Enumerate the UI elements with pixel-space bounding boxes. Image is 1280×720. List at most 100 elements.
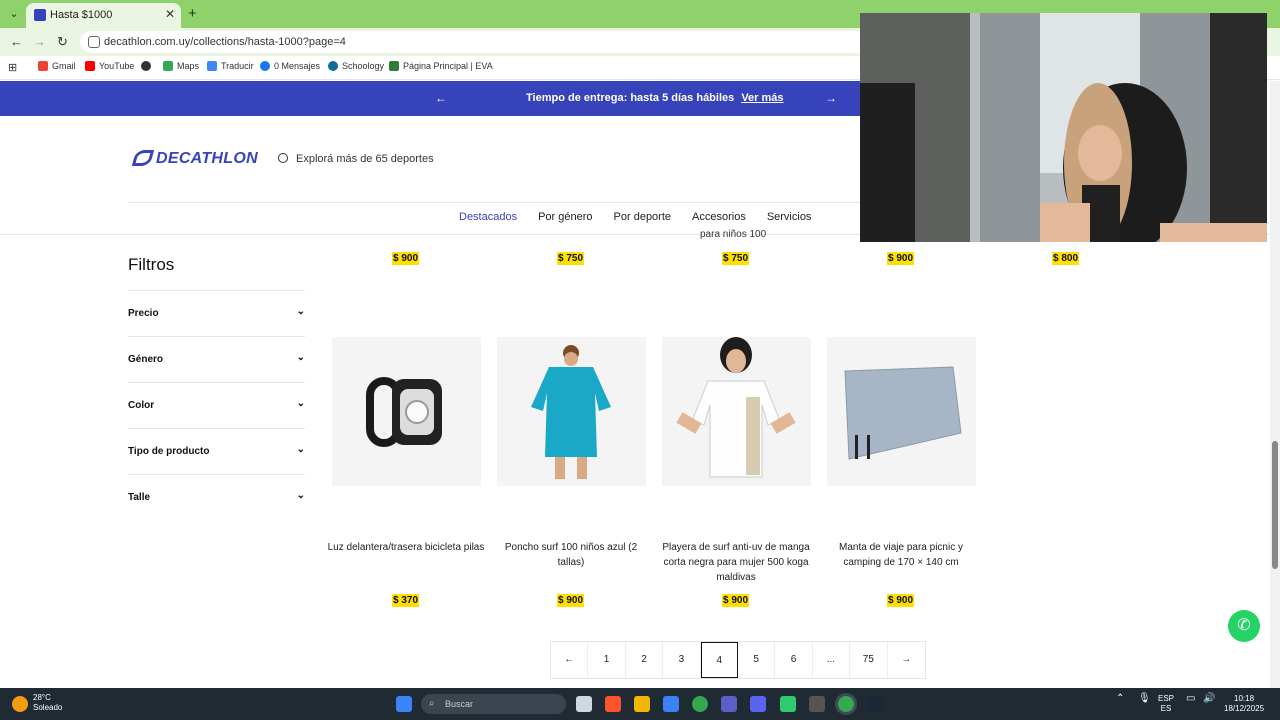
top-price-4: $ 900 (887, 252, 915, 265)
language-indicator[interactable]: ESP ES (1158, 694, 1174, 714)
browser-tab[interactable]: Hasta $1000 ✕ (26, 3, 181, 28)
product-name-3[interactable]: Playera de surf anti-uv de manga corta n… (656, 540, 816, 585)
nav-destacados[interactable]: Destacados (459, 211, 517, 223)
bookmark-gmail[interactable]: Gmail (38, 61, 76, 71)
product-image-picnic-blanket[interactable] (827, 337, 976, 486)
decathlon-logo[interactable]: DECATHLON (131, 150, 258, 168)
chrome-active-icon[interactable] (838, 696, 854, 712)
chevron-down-icon: ⌄ (296, 306, 305, 317)
brave-icon[interactable] (605, 696, 621, 712)
nav-accesorios[interactable]: Accesorios (692, 211, 746, 223)
pagination-next-icon[interactable]: → (888, 642, 925, 678)
chevron-down-icon: ⌄ (296, 490, 305, 501)
steam-icon[interactable] (867, 696, 883, 712)
pagination-prev-icon[interactable]: ← (551, 642, 589, 678)
volume-icon[interactable]: 🔊 (1203, 694, 1215, 704)
page-3[interactable]: 3 (663, 642, 701, 678)
promo-see-more-link[interactable]: Ver más (741, 92, 783, 104)
chevron-down-icon: ⌄ (296, 352, 305, 363)
back-icon[interactable]: ← (10, 34, 23, 49)
product-image-poncho[interactable] (497, 337, 646, 486)
filter-talle[interactable]: Talle ⌄ (128, 474, 305, 520)
filter-precio[interactable]: Precio ⌄ (128, 290, 305, 336)
filter-color[interactable]: Color ⌄ (128, 382, 305, 428)
top-price-2: $ 750 (557, 252, 585, 265)
tab-title: Hasta $1000 (50, 9, 113, 21)
product-image-surf-shirt[interactable] (662, 337, 811, 486)
promo-next-arrow-icon[interactable]: → (825, 91, 837, 105)
product-name-2[interactable]: Poncho surf 100 niños azul (2 tallas) (491, 540, 651, 570)
bookmark-globe-icon[interactable] (141, 61, 151, 71)
close-tab-icon[interactable]: ✕ (165, 7, 175, 21)
pagination: ← 1 2 3 4 5 6 ... 75 → (550, 641, 926, 679)
page-5[interactable]: 5 (738, 642, 776, 678)
taskbar-search[interactable]: ⌕ Buscar (421, 694, 566, 714)
bookmark-traducir[interactable]: Traducir (207, 61, 254, 71)
page-75[interactable]: 75 (850, 642, 888, 678)
nav-servicios[interactable]: Servicios (767, 211, 812, 223)
filters-title: Filtros (128, 255, 175, 274)
clock[interactable]: 10:18 18/12/2025 (1224, 694, 1264, 714)
page-scrollbar[interactable] (1270, 81, 1280, 688)
app-icon[interactable] (780, 696, 796, 712)
product-price-2: $ 900 (557, 594, 585, 607)
url-text: decathlon.com.uy/collections/hasta-1000?… (104, 36, 346, 48)
chevron-down-icon: ⌄ (296, 398, 305, 409)
url-field[interactable]: decathlon.com.uy/collections/hasta-1000?… (80, 31, 870, 53)
product-price-1: $ 370 (392, 594, 420, 607)
page-1[interactable]: 1 (588, 642, 626, 678)
task-view-icon[interactable] (576, 696, 592, 712)
top-price-5: $ 800 (1052, 252, 1080, 265)
site-info-icon[interactable] (88, 36, 100, 48)
bookmark-eva[interactable]: Página Principal | EVA (389, 61, 493, 71)
sun-icon (12, 696, 28, 712)
search-input[interactable]: Explorá más de 65 deportes (278, 153, 434, 165)
search-placeholder: Explorá más de 65 deportes (296, 153, 434, 165)
decathlon-favicon-icon (34, 9, 46, 21)
product-image-bike-light[interactable] (332, 337, 481, 486)
nav-por-deporte[interactable]: Por deporte (614, 211, 671, 223)
store-icon[interactable] (663, 696, 679, 712)
chevron-down-icon: ⌄ (296, 444, 305, 455)
chrome-icon[interactable] (692, 696, 708, 712)
nav-por-genero[interactable]: Por género (538, 211, 592, 223)
cut-product-title: para niños 100 (700, 229, 767, 240)
filter-genero[interactable]: Género ⌄ (128, 336, 305, 382)
bookmark-youtube[interactable]: YouTube (85, 61, 134, 71)
apps-grid-icon[interactable]: ⊞ (8, 61, 17, 74)
promo-text: Tiempo de entrega: hasta 5 días hábiles (526, 92, 735, 104)
weather-condition: Soleado (33, 703, 63, 712)
bookmark-schoology[interactable]: Schoology (328, 61, 384, 71)
product-price-3: $ 900 (722, 594, 750, 607)
product-name-4[interactable]: Manta de viaje para picnic y camping de … (821, 540, 981, 570)
windows-start-icon[interactable] (396, 696, 412, 712)
tray-chevron-up-icon[interactable]: ⌃ (1116, 694, 1124, 704)
webcam-overlay (860, 13, 1267, 242)
page-2[interactable]: 2 (626, 642, 664, 678)
bookmark-maps[interactable]: Maps (163, 61, 199, 71)
discord-icon[interactable] (750, 696, 766, 712)
microphone-icon[interactable]: 🎙 (1138, 694, 1151, 704)
forward-icon[interactable]: → (33, 34, 46, 49)
decathlon-logo-icon (131, 150, 155, 166)
page-4-current[interactable]: 4 (700, 642, 738, 678)
network-icon[interactable]: ▭ (1186, 694, 1195, 704)
promo-prev-arrow-icon[interactable]: ← (435, 91, 447, 105)
top-price-1: $ 900 (392, 252, 420, 265)
new-tab-button[interactable]: + (188, 5, 197, 22)
page-ellipsis: ... (813, 642, 851, 678)
scrollbar-thumb[interactable] (1272, 441, 1278, 569)
product-name-1[interactable]: Luz delantera/trasera bicicleta pilas (326, 540, 486, 555)
weather-temp: 28°C (33, 693, 51, 702)
bookmark-mensajes[interactable]: 0 Mensajes (260, 61, 320, 71)
teams-icon[interactable] (721, 696, 737, 712)
whatsapp-chat-icon[interactable]: ✆ (1228, 610, 1260, 642)
top-price-3: $ 750 (722, 252, 750, 265)
file-explorer-icon[interactable] (634, 696, 650, 712)
reload-icon[interactable]: ↻ (57, 34, 68, 50)
page-6[interactable]: 6 (775, 642, 813, 678)
filter-tipo-de-producto[interactable]: Tipo de producto ⌄ (128, 428, 305, 474)
obs-icon[interactable] (809, 696, 825, 712)
windows-taskbar: 28°C Soleado ⌕ Buscar ⌃ 🎙 ESP ES ▭ 🔊 10:18 1… (0, 688, 1280, 720)
tab-search-chevron-icon[interactable]: ⌄ (6, 6, 22, 22)
